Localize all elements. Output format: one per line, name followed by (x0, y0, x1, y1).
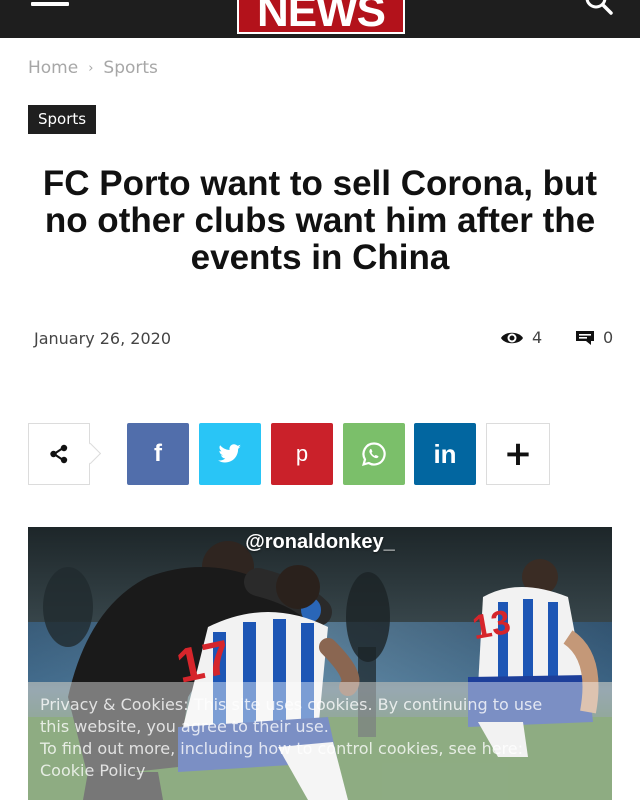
comment-icon (576, 330, 594, 345)
hamburger-menu-icon[interactable] (31, 0, 69, 10)
breadcrumb: Home › Sports (28, 58, 158, 78)
pinterest-share-button[interactable]: p (271, 423, 333, 485)
category-badge[interactable]: Sports (28, 105, 97, 134)
breadcrumb-home-link[interactable]: Home (28, 58, 78, 78)
eye-icon (501, 332, 523, 343)
whatsapp-icon (362, 442, 386, 466)
whatsapp-share-button[interactable] (343, 423, 405, 485)
breadcrumb-separator-icon: › (88, 60, 94, 76)
svg-text:13: 13 (470, 603, 514, 647)
article-date: January 26, 2020 (34, 329, 171, 348)
share-toggle-button[interactable] (28, 423, 102, 485)
breadcrumb-sports-link[interactable]: Sports (103, 58, 158, 78)
cookie-policy-link[interactable]: Cookie Policy (40, 760, 600, 782)
search-icon[interactable] (584, 0, 614, 18)
linkedin-icon: in (433, 438, 457, 469)
cookie-notice-line: this website, you agree to their use. (40, 717, 329, 736)
share-icon (50, 444, 68, 464)
cookie-notice[interactable]: Privacy & Cookies: This site uses cookie… (20, 682, 620, 800)
site-logo[interactable]: NEWS (237, 0, 405, 34)
article-title: FC Porto want to sell Corona, but no oth… (42, 164, 598, 277)
site-header: NEWS (0, 0, 640, 38)
comment-count-value: 0 (603, 328, 614, 347)
linkedin-share-button[interactable]: in (414, 423, 476, 485)
facebook-share-button[interactable]: f (127, 423, 189, 485)
more-share-button[interactable]: + (486, 423, 550, 485)
facebook-icon: f (154, 440, 162, 467)
cookie-notice-line: Privacy & Cookies: This site uses cookie… (40, 695, 543, 714)
image-watermark: @ronaldonkey_ (245, 531, 395, 553)
share-arrow (79, 442, 102, 465)
comment-count[interactable]: 0 (575, 328, 613, 347)
cookie-notice-line: To find out more, including how to contr… (40, 739, 524, 758)
twitter-bird-icon (218, 444, 241, 463)
twitter-share-button[interactable] (199, 423, 261, 485)
view-count-value: 4 (532, 328, 543, 347)
plus-icon: + (503, 434, 533, 474)
pinterest-icon: p (295, 441, 309, 466)
view-count: 4 (500, 328, 542, 347)
